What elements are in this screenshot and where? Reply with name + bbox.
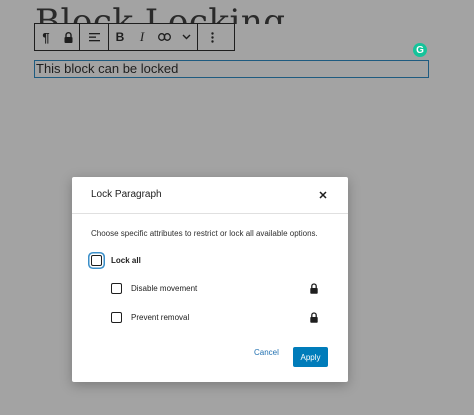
bold-button[interactable]: B [109,24,131,50]
close-icon [319,191,327,199]
lock-button[interactable] [57,24,79,50]
block-toolbar: ¶ B I [34,23,235,51]
prevent-removal-checkbox[interactable] [111,312,122,323]
align-left-icon [88,33,100,42]
align-button[interactable] [80,24,108,50]
pilcrow-icon: ¶ [42,29,50,45]
disable-movement-row[interactable]: Disable movement [111,283,197,294]
link-icon [157,33,171,41]
toolbar-group-block: ¶ [35,24,80,50]
disable-movement-label: Disable movement [131,284,198,293]
prevent-removal-row[interactable]: Prevent removal [111,312,189,323]
toolbar-group-align [80,24,109,50]
lock-all-label: Lock all [111,256,141,265]
lock-all-checkbox[interactable] [91,255,102,266]
bold-icon: B [115,30,125,44]
toolbar-group-options [198,24,226,50]
paragraph-block[interactable]: This block can be locked [34,60,429,78]
modal-header: Lock Paragraph [72,177,348,214]
italic-icon: I [139,29,145,44]
chevron-down-icon [182,34,190,40]
lock-icon [310,312,318,323]
post-title[interactable]: Block Locking [35,2,286,24]
more-vertical-icon [210,31,214,43]
apply-button[interactable]: Apply [293,347,328,367]
toolbar-group-format: B I [109,24,198,50]
close-button[interactable] [316,188,330,202]
lock-icon [64,31,72,43]
more-formats-button[interactable] [175,24,197,50]
lock-all-row[interactable]: Lock all [91,255,141,266]
modal-title: Lock Paragraph [91,189,162,200]
lock-modal: Lock Paragraph Choose specific attribute… [72,177,348,382]
paragraph-block-button[interactable]: ¶ [35,24,57,50]
lock-icon [310,283,318,294]
modal-description: Choose specific attributes to restrict o… [91,229,318,238]
prevent-removal-label: Prevent removal [131,313,190,322]
link-button[interactable] [153,24,175,50]
options-button[interactable] [198,24,226,50]
disable-movement-checkbox[interactable] [111,283,122,294]
cancel-button[interactable]: Cancel [254,348,279,357]
grammarly-icon[interactable]: G [413,43,427,57]
grammarly-letter: G [416,44,424,56]
italic-button[interactable]: I [131,24,153,50]
